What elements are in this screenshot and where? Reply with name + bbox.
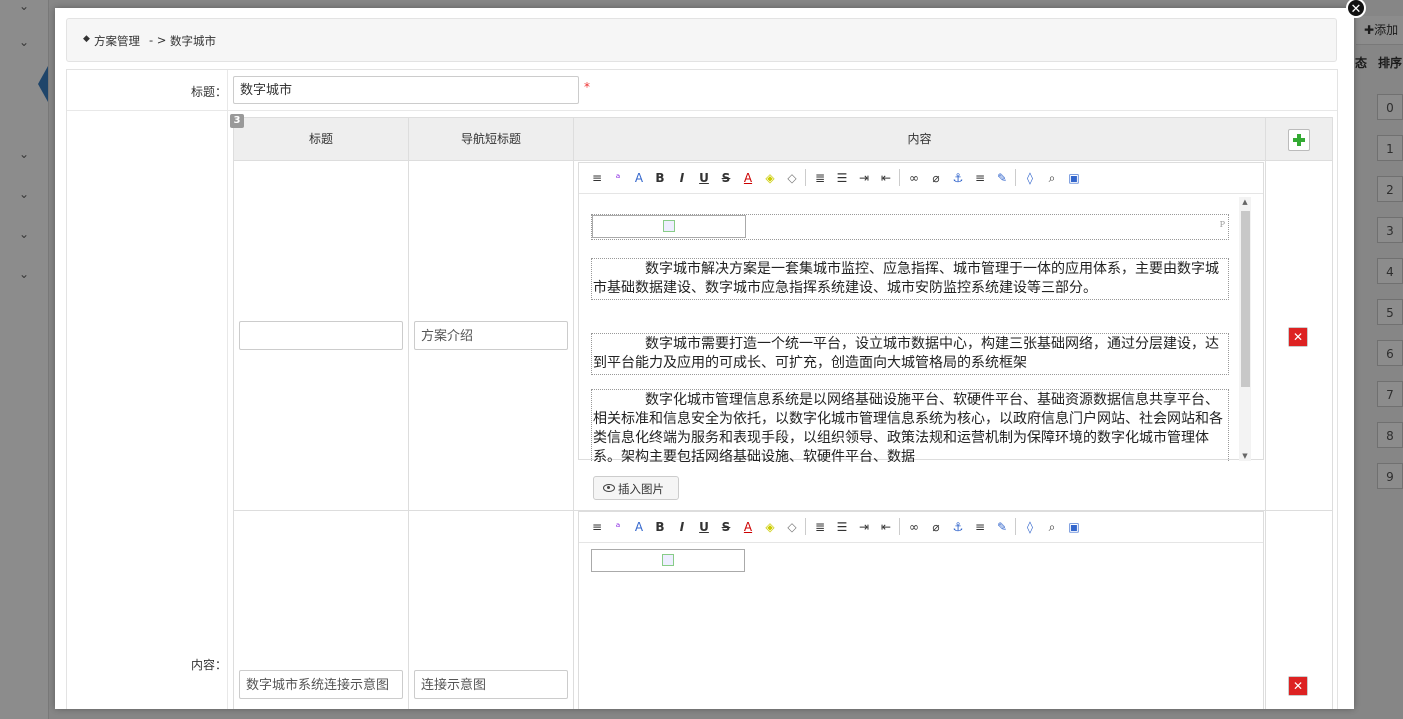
rich-text-editor[interactable]: ≡ ᵃ A B I U S A ◈ ◇ ≣ ☰ ⇥ ⇤ ∞ ⌀ ⚓ ≡ ✎ ◊ … bbox=[578, 162, 1264, 462]
image-paragraph: P bbox=[591, 214, 1229, 240]
toolbar-separator bbox=[899, 169, 900, 186]
toolbar-separator bbox=[1015, 169, 1016, 186]
fullscreen-icon[interactable]: ▣ bbox=[1066, 170, 1082, 186]
outdent-icon[interactable]: ⇤ bbox=[878, 170, 894, 186]
font-size-icon[interactable]: A bbox=[631, 519, 647, 535]
insert-image-label: 插入图片 bbox=[618, 482, 664, 496]
strikethrough-icon[interactable]: S bbox=[718, 170, 734, 186]
eraser-icon[interactable]: ◇ bbox=[784, 519, 800, 535]
eye-icon bbox=[603, 484, 615, 492]
form-divider bbox=[227, 70, 228, 709]
highlight-icon[interactable]: ◈ bbox=[762, 170, 778, 186]
paragraph-mark: P bbox=[1219, 220, 1225, 229]
grid-line bbox=[408, 161, 409, 709]
edit-icon[interactable]: ✎ bbox=[994, 519, 1010, 535]
font-color-icon[interactable]: A bbox=[740, 170, 756, 186]
grid-line bbox=[573, 161, 574, 709]
content-grid: 3 标题 导航短标题 内容 方案介绍 ≡ ᵃ A B I U S A ◈ ◇ ≣… bbox=[230, 114, 1333, 709]
editor-scrollbar[interactable]: ▲ ▼ bbox=[1239, 197, 1251, 461]
column-header-content: 内容 bbox=[574, 118, 1266, 161]
align-icon[interactable]: ≣ bbox=[812, 170, 828, 186]
source-code-icon[interactable]: ◊ bbox=[1022, 519, 1038, 535]
indent-icon[interactable]: ⇥ bbox=[856, 170, 872, 186]
underline-icon[interactable]: U bbox=[696, 170, 712, 186]
title-input[interactable]: 数字城市 bbox=[233, 76, 579, 104]
edit-modal: ◆ 方案管理 - > 数字城市 标题： 数字城市 * 内容： 3 标题 导航短标… bbox=[55, 8, 1354, 709]
required-mark: * bbox=[584, 80, 590, 94]
list-icon[interactable]: ☰ bbox=[834, 170, 850, 186]
scroll-down-icon[interactable]: ▼ bbox=[1239, 451, 1251, 461]
broken-image-icon[interactable] bbox=[592, 215, 746, 238]
hr-icon[interactable]: ≡ bbox=[972, 519, 988, 535]
italic-icon[interactable]: I bbox=[674, 519, 690, 535]
bold-icon[interactable]: B bbox=[652, 519, 668, 535]
broken-image-icon[interactable] bbox=[591, 549, 745, 572]
editor-paragraph[interactable]: 数字城市解决方案是一套集城市监控、应急指挥、城市管理于一体的应用体系，主要由数字… bbox=[591, 258, 1229, 300]
unlink-icon[interactable]: ⌀ bbox=[928, 170, 944, 186]
add-row-button[interactable] bbox=[1288, 129, 1310, 151]
preview-icon[interactable]: ⌕ bbox=[1044, 519, 1060, 535]
link-icon[interactable]: ∞ bbox=[906, 170, 922, 186]
unlink-icon[interactable]: ⌀ bbox=[928, 519, 944, 535]
spellcheck-icon[interactable]: ᵃ bbox=[610, 519, 626, 535]
link-icon[interactable]: ∞ bbox=[906, 519, 922, 535]
toolbar-separator bbox=[805, 518, 806, 535]
editor-toolbar: ≡ ᵃ A B I U S A ◈ ◇ ≣ ☰ ⇥ ⇤ ∞ ⌀ ⚓ ≡ ✎ ◊ … bbox=[579, 163, 1263, 194]
editor-content[interactable]: P 数字城市解决方案是一套集城市监控、应急指挥、城市管理于一体的应用体系，主要由… bbox=[579, 194, 1263, 462]
edit-icon[interactable]: ✎ bbox=[994, 170, 1010, 186]
scroll-thumb[interactable] bbox=[1241, 211, 1250, 387]
toolbar-separator bbox=[1015, 518, 1016, 535]
breadcrumb-root[interactable]: 方案管理 bbox=[94, 33, 140, 49]
breadcrumb: ◆ 方案管理 - > 数字城市 bbox=[66, 18, 1337, 62]
align-icon[interactable]: ≣ bbox=[812, 519, 828, 535]
form-divider bbox=[67, 110, 1337, 111]
format-icon[interactable]: ≡ bbox=[589, 519, 605, 535]
editor-toolbar: ≡ ᵃ A B I U S A ◈ ◇ ≣ ☰ ⇥ ⇤ ∞ ⌀ ⚓ ≡ ✎ ◊ … bbox=[579, 512, 1263, 543]
anchor-icon[interactable]: ⚓ bbox=[950, 519, 966, 535]
column-header-title: 标题 bbox=[234, 118, 409, 161]
rich-text-editor[interactable]: ≡ ᵃ A B I U S A ◈ ◇ ≣ ☰ ⇥ ⇤ ∞ ⌀ ⚓ ≡ ✎ ◊ … bbox=[578, 511, 1264, 709]
strikethrough-icon[interactable]: S bbox=[718, 519, 734, 535]
underline-icon[interactable]: U bbox=[696, 519, 712, 535]
preview-icon[interactable]: ⌕ bbox=[1044, 170, 1060, 186]
format-icon[interactable]: ≡ bbox=[589, 170, 605, 186]
outdent-icon[interactable]: ⇤ bbox=[878, 519, 894, 535]
row-title-input[interactable] bbox=[239, 321, 403, 350]
source-code-icon[interactable]: ◊ bbox=[1022, 170, 1038, 186]
delete-row-button[interactable] bbox=[1288, 327, 1308, 347]
hr-icon[interactable]: ≡ bbox=[972, 170, 988, 186]
anchor-icon[interactable]: ⚓ bbox=[950, 170, 966, 186]
grid-line bbox=[1265, 161, 1266, 709]
content-label: 内容： bbox=[190, 658, 227, 672]
bold-icon[interactable]: B bbox=[652, 170, 668, 186]
row-title-input[interactable]: 数字城市系统连接示意图 bbox=[239, 670, 403, 699]
delete-row-button[interactable] bbox=[1288, 676, 1308, 696]
row-nav-title-input[interactable]: 方案介绍 bbox=[414, 321, 568, 350]
diamond-icon: ◆ bbox=[83, 34, 90, 44]
highlight-icon[interactable]: ◈ bbox=[762, 519, 778, 535]
breadcrumb-current: 数字城市 bbox=[170, 34, 216, 48]
list-icon[interactable]: ☰ bbox=[834, 519, 850, 535]
italic-icon[interactable]: I bbox=[674, 170, 690, 186]
scroll-up-icon[interactable]: ▲ bbox=[1239, 197, 1251, 207]
row-nav-title-input[interactable]: 连接示意图 bbox=[414, 670, 568, 699]
insert-image-button[interactable]: 插入图片 bbox=[593, 476, 679, 500]
font-size-icon[interactable]: A bbox=[631, 170, 647, 186]
breadcrumb-separator: - > bbox=[149, 33, 167, 47]
solution-form: 标题： 数字城市 * 内容： 3 标题 导航短标题 内容 方案介绍 ≡ ᵃ A bbox=[66, 69, 1338, 709]
toolbar-separator bbox=[899, 518, 900, 535]
eraser-icon[interactable]: ◇ bbox=[784, 170, 800, 186]
row-count-badge: 3 bbox=[230, 114, 244, 128]
editor-paragraph[interactable]: 数字化城市管理信息系统是以网络基础设施平台、软硬件平台、基础资源数据信息共享平台… bbox=[591, 389, 1229, 462]
editor-paragraph[interactable]: 数字城市需要打造一个统一平台，设立城市数据中心，构建三张基础网络，通过分层建设，… bbox=[591, 333, 1229, 375]
editor-content[interactable] bbox=[579, 543, 1263, 709]
font-color-icon[interactable]: A bbox=[740, 519, 756, 535]
toolbar-separator bbox=[805, 169, 806, 186]
fullscreen-icon[interactable]: ▣ bbox=[1066, 519, 1082, 535]
spellcheck-icon[interactable]: ᵃ bbox=[610, 170, 626, 186]
column-header-nav-title: 导航短标题 bbox=[409, 118, 574, 161]
title-label: 标题： bbox=[190, 85, 227, 99]
indent-icon[interactable]: ⇥ bbox=[856, 519, 872, 535]
